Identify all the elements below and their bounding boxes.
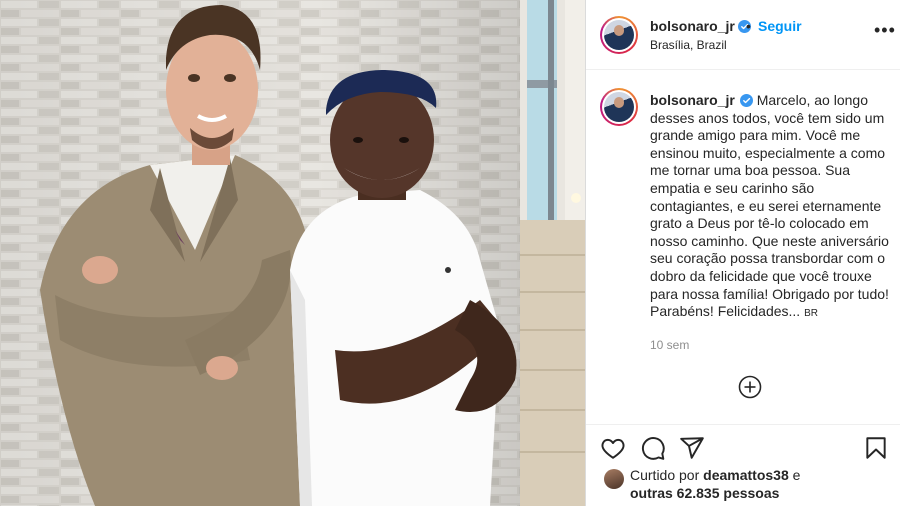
verified-badge-icon [739,94,753,107]
author-avatar[interactable] [600,16,638,54]
caption-avatar[interactable] [600,88,638,126]
likes-others[interactable]: outras 62.835 pessoas [630,485,779,501]
more-options-icon[interactable]: ••• [874,20,896,41]
likes-summary: Curtido por deamattos38 e outras 62.835 … [630,466,800,502]
post-side-panel: bolsonaro_jr • Seguir Brasília, Brazil •… [585,0,900,506]
caption-username[interactable]: bolsonaro_jr [650,92,735,108]
post-header: bolsonaro_jr • Seguir Brasília, Brazil •… [586,0,900,70]
caption-text: Marcelo, ao longo desses anos todos, voc… [650,92,889,320]
post-timestamp[interactable]: 10 sem [650,338,689,352]
likes-prefix: Curtido por [630,467,700,483]
liker-username[interactable]: deamattos38 [703,467,789,483]
action-bar [586,424,900,470]
post-photo[interactable] [0,0,585,506]
post-location[interactable]: Brasília, Brazil [650,38,727,52]
follow-button[interactable]: Seguir [758,18,802,34]
bookmark-icon[interactable] [863,435,889,461]
heart-icon[interactable] [600,435,626,461]
flag-br: BR [804,308,818,320]
likes-conj: e [792,467,801,483]
liker-avatar[interactable] [604,469,624,489]
author-username[interactable]: bolsonaro_jr [650,18,751,34]
plus-circle-icon[interactable] [738,375,762,399]
comment-icon[interactable] [640,435,666,461]
post-caption: bolsonaro_jr Marcelo, ao longo desses an… [650,92,895,323]
instagram-post: bolsonaro_jr • Seguir Brasília, Brazil •… [0,0,900,506]
photo-illustration [0,0,585,506]
header-separator: • [746,18,751,34]
share-icon[interactable] [679,435,705,461]
